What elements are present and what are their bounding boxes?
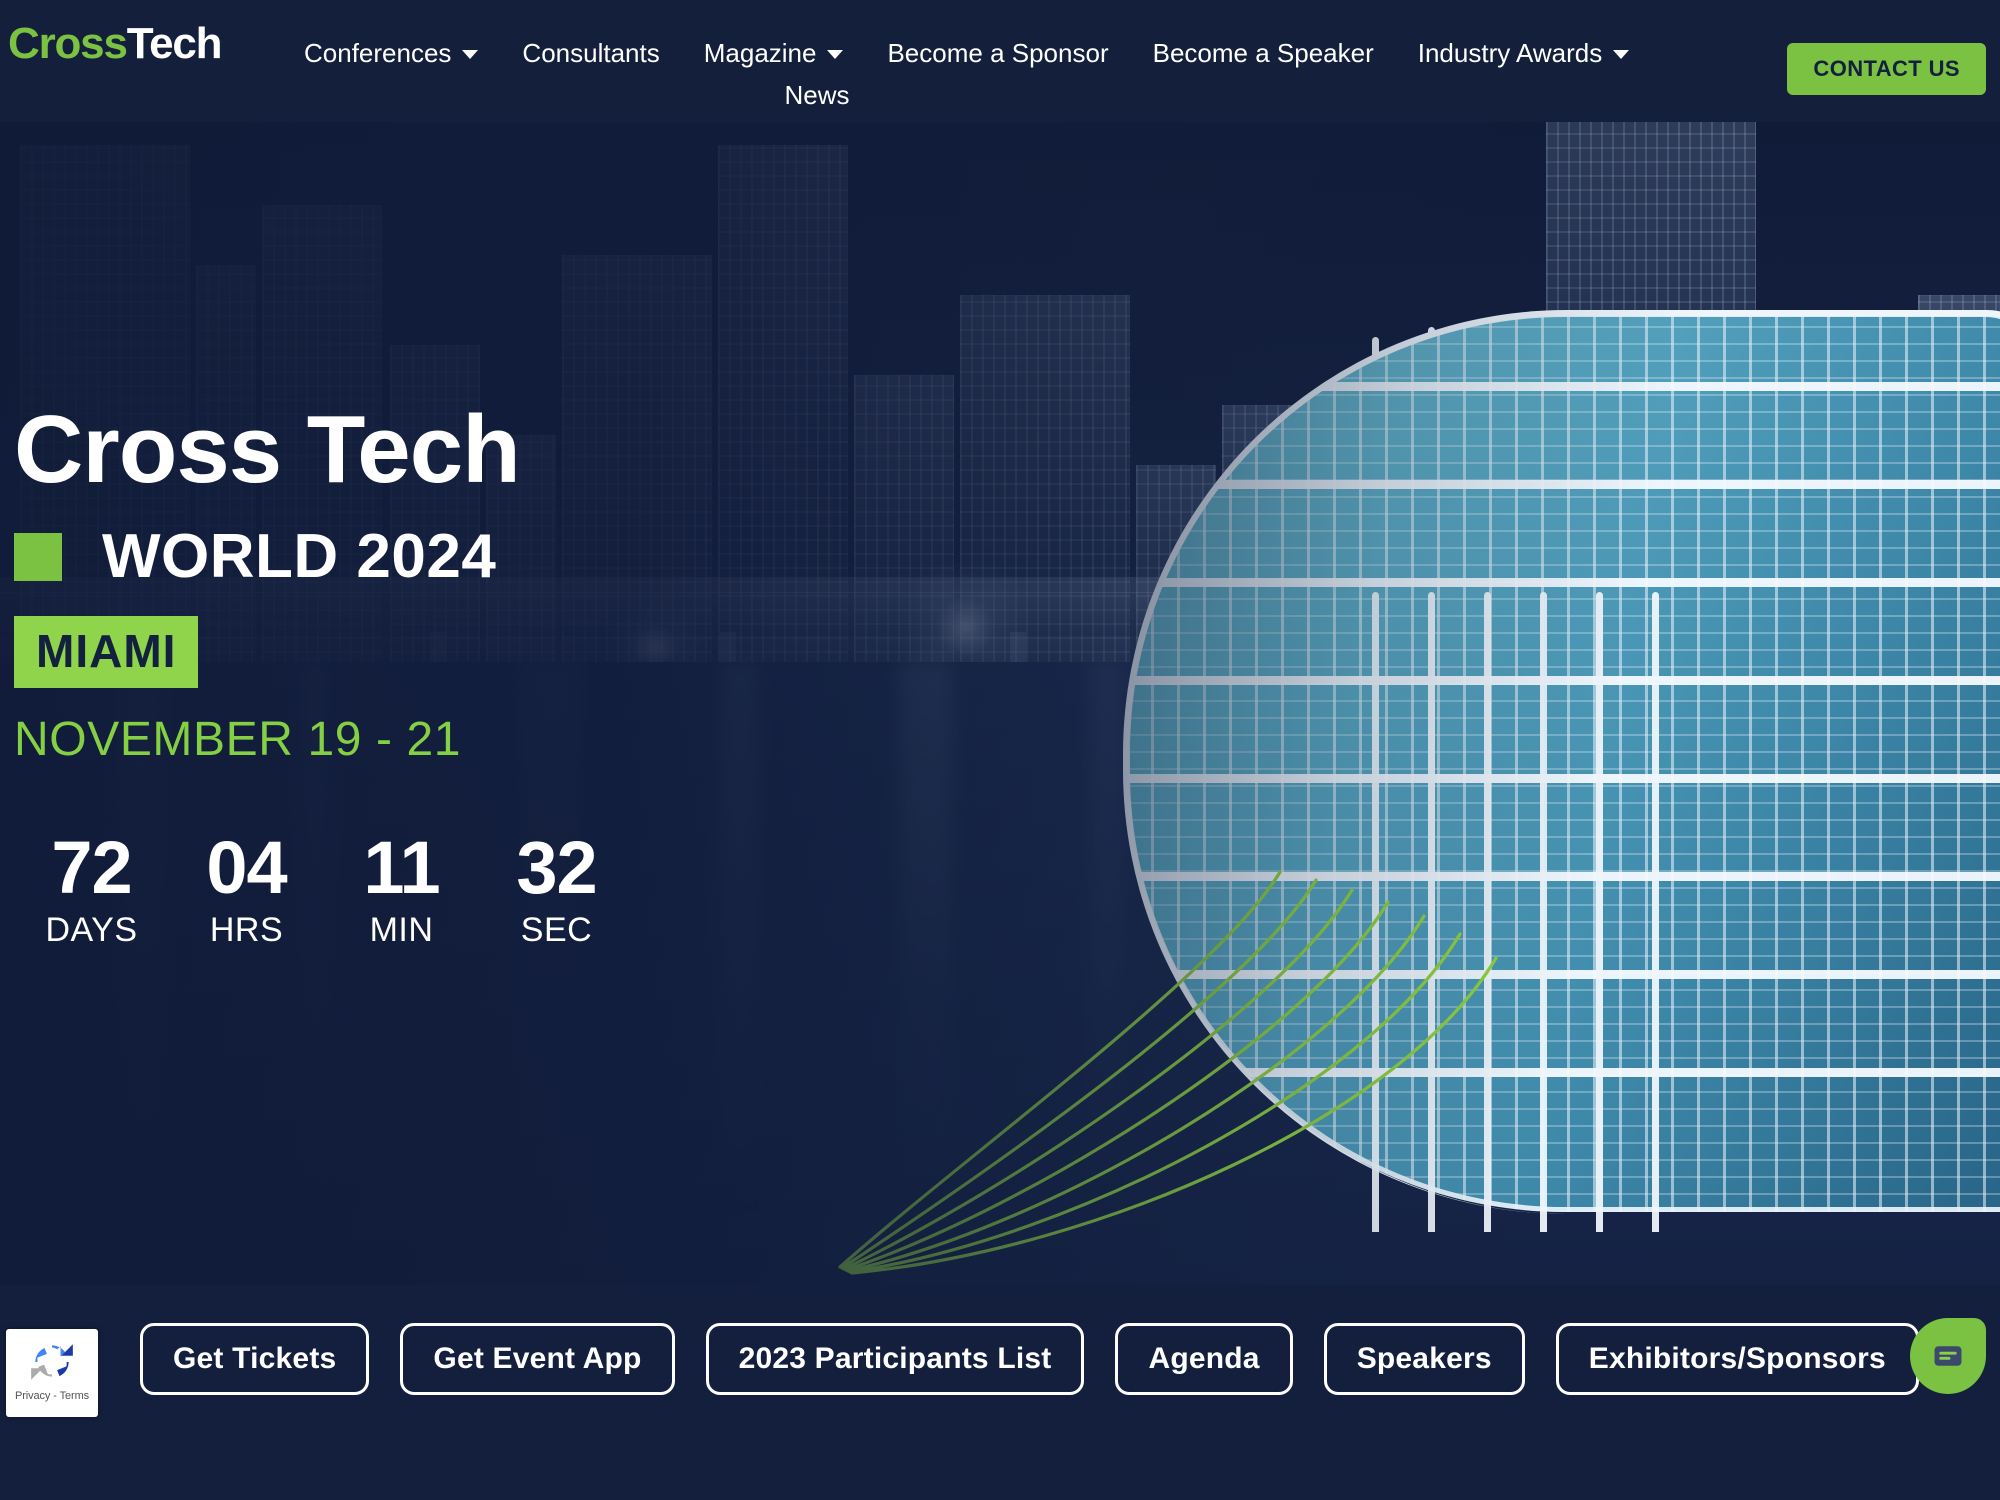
nav-item-become-a-sponsor[interactable]: Become a Sponsor xyxy=(865,34,1130,72)
nav-item-news[interactable]: News xyxy=(784,76,849,114)
get-event-app-button[interactable]: Get Event App xyxy=(400,1323,675,1395)
countdown-value: 04 xyxy=(206,826,287,909)
nav-item-label: Industry Awards xyxy=(1417,37,1603,68)
countdown-label: MIN xyxy=(369,911,434,950)
hero-subtitle: WORLD 2024 xyxy=(102,522,497,591)
logo-text-cross: Cross xyxy=(8,19,128,68)
countdown-unit-days: 72 DAYS xyxy=(14,826,169,950)
bottom-action-bar: Privacy - Terms Get Tickets Get Event Ap… xyxy=(0,1285,2000,1500)
nav-item-conferences[interactable]: Conferences xyxy=(282,34,500,72)
hero-event-dates: NOVEMBER 19 - 21 xyxy=(14,713,462,766)
nav-links-second-row: News xyxy=(282,76,1682,114)
nav-item-magazine[interactable]: Magazine xyxy=(682,34,866,72)
page-root: CrossTech Conferences Consultants Magazi… xyxy=(0,0,2000,1500)
site-logo[interactable]: CrossTech xyxy=(8,19,223,68)
speakers-button[interactable]: Speakers xyxy=(1323,1323,1525,1395)
chat-bubble-icon xyxy=(1934,1346,1962,1366)
quick-links-row: Get Tickets Get Event App 2023 Participa… xyxy=(0,1323,2000,1395)
countdown-value: 72 xyxy=(51,826,132,909)
hero-city-badge: MIAMI xyxy=(14,616,199,688)
nav-item-label: Become a Speaker xyxy=(1152,37,1374,68)
nav-item-label: Consultants xyxy=(522,37,660,68)
nav-item-label: Become a Sponsor xyxy=(887,37,1109,68)
nav-item-consultants[interactable]: Consultants xyxy=(500,34,681,72)
get-tickets-button[interactable]: Get Tickets xyxy=(140,1323,370,1395)
hero-subtitle-row: WORLD 2024 xyxy=(14,526,634,588)
countdown-unit-seconds: 32 SEC xyxy=(479,826,634,950)
countdown-value: 32 xyxy=(516,826,597,909)
nav-item-label: Magazine xyxy=(703,37,817,68)
countdown-unit-minutes: 11 MIN xyxy=(324,826,479,950)
nav-item-label: Conferences xyxy=(304,37,452,68)
countdown-label: SEC xyxy=(520,911,593,950)
nav-item-label: News xyxy=(784,79,850,110)
chevron-down-icon xyxy=(827,50,844,59)
agenda-button[interactable]: Agenda xyxy=(1115,1323,1293,1395)
hero-content: Cross Tech WORLD 2024 MIAMI NOVEMBER 19 … xyxy=(14,402,634,950)
nav-item-industry-awards[interactable]: Industry Awards xyxy=(1396,34,1652,72)
countdown-label: HRS xyxy=(209,911,284,950)
chevron-down-icon xyxy=(1613,50,1630,59)
contact-us-button[interactable]: CONTACT US xyxy=(1787,43,1986,95)
top-navigation-bar: CrossTech Conferences Consultants Magazi… xyxy=(0,0,2000,122)
countdown-value: 11 xyxy=(363,826,440,909)
nav-links: Conferences Consultants Magazine Become … xyxy=(282,0,1682,122)
chat-widget-button[interactable] xyxy=(1910,1318,1986,1394)
exhibitors-sponsors-button[interactable]: Exhibitors/Sponsors xyxy=(1555,1323,1919,1395)
participants-list-button[interactable]: 2023 Participants List xyxy=(705,1323,1085,1395)
green-square-accent xyxy=(14,533,62,581)
logo-text-tech: Tech xyxy=(126,19,223,68)
countdown-label: DAYS xyxy=(45,911,138,950)
hero-section: Cross Tech WORLD 2024 MIAMI NOVEMBER 19 … xyxy=(0,122,2000,1285)
chevron-down-icon xyxy=(462,50,479,59)
countdown-unit-hours: 04 HRS xyxy=(169,826,324,950)
hero-title: Cross Tech xyxy=(14,396,521,503)
nav-item-become-a-speaker[interactable]: Become a Speaker xyxy=(1131,34,1396,72)
countdown-timer: 72 DAYS 04 HRS 11 MIN 32 SEC xyxy=(14,826,634,950)
